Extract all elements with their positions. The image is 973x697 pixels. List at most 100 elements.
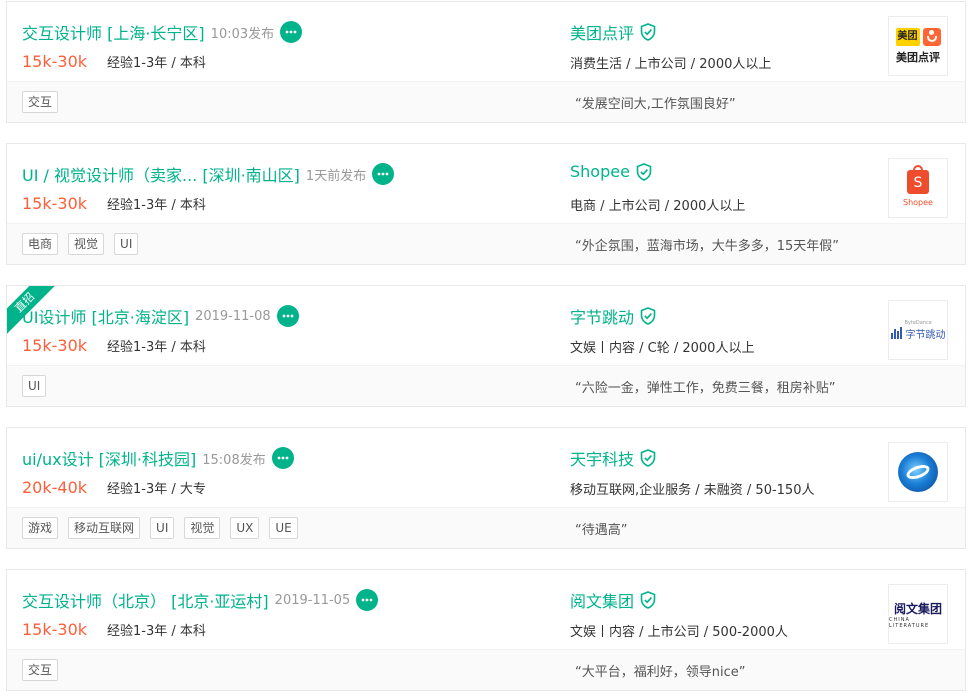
job-card[interactable]: ui/ux设计 [深圳·科技园] 15:08发布 20k-40k 经验1-3年 … [6,427,966,549]
shopping-bag-icon: S [907,164,929,194]
job-info-row: 15k-30k 经验1-3年 / 本科 [22,194,206,213]
salary: 15k-30k [22,336,88,355]
company-advantage: “外企氛围，蓝海市场，大牛多多，15天年假” [575,239,840,254]
tag[interactable]: UI [22,375,47,397]
chat-icon[interactable] [271,447,294,469]
company-row: Shopee [570,162,652,181]
salary: 15k-30k [22,52,88,71]
logo-text: CHINA LITERATURE [889,616,930,629]
chat-icon[interactable] [372,163,395,185]
company-advantage: “发展空间大,工作氛围良好” [575,97,736,112]
company-name[interactable]: Shopee [570,162,630,181]
company-advantage: “待遇高” [575,523,628,538]
company-advantage: “六险一金，弹性工作，免费三餐，租房补贴” [575,381,836,396]
job-card-top: ui/ux设计 [深圳·科技园] 15:08发布 20k-40k 经验1-3年 … [7,428,965,510]
tag[interactable]: 交互 [22,659,59,681]
company-advantage: “大平台，福利好，领导nice” [575,665,746,680]
company-row: 阅文集团 [570,588,656,612]
company-logo[interactable] [888,442,948,502]
verified-shield-icon [640,23,656,41]
company-name[interactable]: 天宇科技 [570,446,634,470]
job-title-row: 交互设计师（北京） [北京·亚运村] 2019-11-05 [22,588,379,612]
chat-icon[interactable] [356,589,379,611]
bars-icon [890,327,903,339]
company-industry: 消费生活 / 上市公司 / 2000人以上 [570,57,772,72]
job-title[interactable]: ui/ux设计 [深圳·科技园] [22,446,196,470]
job-title[interactable]: UI设计师 [北京·海淀区] [22,304,189,328]
requirement: 经验1-3年 / 本科 [107,198,206,213]
shopee-logo: S Shopee [903,164,933,207]
company-name[interactable]: 美团点评 [570,20,634,44]
company-name[interactable]: 阅文集团 [570,588,634,612]
company-industry: 文娱丨内容 / 上市公司 / 500-2000人 [570,625,788,640]
publish-time: 1天前发布 [305,168,367,184]
company-industry: 电商 / 上市公司 / 2000人以上 [570,199,746,214]
logo-text: Shopee [903,197,933,207]
job-card-bottom: 游戏 移动互联网 UI 视觉 UX UE “待遇高” [7,507,965,548]
verified-shield-icon [640,307,656,325]
tag-list: 电商 视觉 UI [22,233,148,255]
job-title-row: UI设计师 [北京·海淀区] 2019-11-08 [22,304,299,328]
job-title-row: 交互设计师 [上海·长宁区] 10:03发布 [22,20,303,44]
bytedance-logo: ByteDance 字节跳动 [890,320,946,341]
logo-text: 美团 [895,27,920,46]
tag[interactable]: 视觉 [184,517,221,539]
tag[interactable]: UE [269,517,298,539]
person-icon [922,27,941,46]
tag[interactable]: UI [150,517,175,539]
requirement: 经验1-3年 / 本科 [107,340,206,355]
yuewen-logo: 阅文集团 CHINA LITERATURE [889,600,947,629]
job-title[interactable]: 交互设计师 [上海·长宁区] [22,20,205,44]
tag[interactable]: 游戏 [22,517,59,539]
logo-text: 阅文集团 [893,601,942,616]
company-logo[interactable]: S Shopee [888,158,948,218]
company-logo[interactable]: 美团 美团点评 [888,16,948,76]
company-row: 美团点评 [570,20,656,44]
tag[interactable]: UI [114,233,139,255]
job-card[interactable]: 交互设计师 [上海·长宁区] 10:03发布 15k-30k 经验1-3年 / … [6,1,966,123]
logo-text: 字节跳动 [905,329,946,341]
company-row: 字节跳动 [570,304,656,328]
job-card[interactable]: UI / 视觉设计师（卖家... [深圳·南山区] 1天前发布 15k-30k … [6,143,966,265]
job-card-top: UI / 视觉设计师（卖家... [深圳·南山区] 1天前发布 15k-30k … [7,144,965,226]
job-card-top: UI设计师 [北京·海淀区] 2019-11-08 15k-30k 经验1-3年… [7,286,965,368]
job-card[interactable]: 直招 UI设计师 [北京·海淀区] 2019-11-08 15k-30k 经验1… [6,285,966,407]
chat-icon[interactable] [276,305,299,327]
tag[interactable]: 电商 [22,233,59,255]
tag-list: 游戏 移动互联网 UI 视觉 UX UE [22,517,308,539]
job-info-row: 15k-30k 经验1-3年 / 本科 [22,52,206,71]
chat-icon[interactable] [280,21,303,43]
job-info-row: 15k-30k 经验1-3年 / 本科 [22,336,206,355]
logo-text: 美团点评 [896,50,940,64]
publish-time: 2019-11-05 [274,592,351,608]
publish-time: 2019-11-08 [195,308,271,324]
globe-logo-icon [898,452,938,492]
company-logo[interactable]: ByteDance 字节跳动 [888,300,948,360]
job-info-row: 20k-40k 经验1-3年 / 大专 [22,478,206,497]
publish-time: 15:08发布 [202,452,266,468]
publish-time: 10:03发布 [210,26,275,42]
job-title[interactable]: UI / 视觉设计师（卖家... [深圳·南山区] [22,162,300,186]
job-card-bottom: 交互 “大平台，福利好，领导nice” [7,649,965,690]
requirement: 经验1-3年 / 大专 [107,482,206,497]
company-name[interactable]: 字节跳动 [570,304,634,328]
job-title[interactable]: 交互设计师（北京） [北京·亚运村] [22,588,269,612]
salary: 15k-30k [22,620,88,639]
requirement: 经验1-3年 / 本科 [107,56,206,71]
job-list: 交互设计师 [上海·长宁区] 10:03发布 15k-30k 经验1-3年 / … [0,0,973,697]
tag-list: UI [22,375,56,397]
meituan-logo: 美团 美团点评 [895,27,941,65]
job-card-top: 交互设计师 [上海·长宁区] 10:03发布 15k-30k 经验1-3年 / … [7,2,965,84]
company-industry: 移动互联网,企业服务 / 未融资 / 50-150人 [570,483,815,498]
salary: 20k-40k [22,478,88,497]
job-card[interactable]: 交互设计师（北京） [北京·亚运村] 2019-11-05 15k-30k 经验… [6,569,966,691]
tag[interactable]: UX [230,517,260,539]
job-title-row: ui/ux设计 [深圳·科技园] 15:08发布 [22,446,294,470]
company-logo[interactable]: 阅文集团 CHINA LITERATURE [888,584,948,644]
verified-shield-icon [640,591,656,609]
tag[interactable]: 视觉 [68,233,105,255]
job-card-bottom: UI “六险一金，弹性工作，免费三餐，租房补贴” [7,365,965,406]
tag[interactable]: 移动互联网 [68,517,141,539]
job-card-top: 交互设计师（北京） [北京·亚运村] 2019-11-05 15k-30k 经验… [7,570,965,652]
tag[interactable]: 交互 [22,91,59,113]
